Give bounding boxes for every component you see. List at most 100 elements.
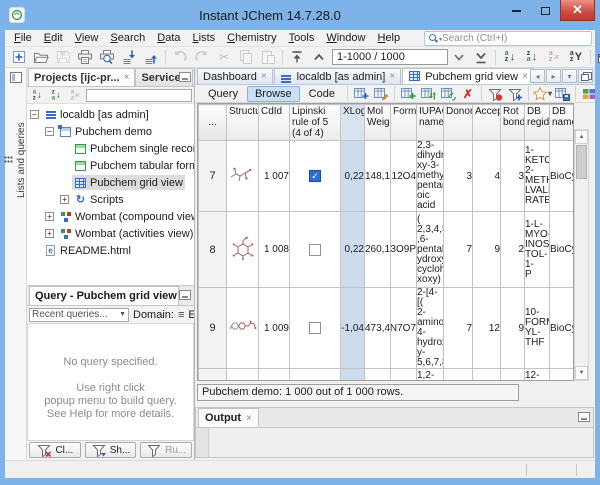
column-header-iupac[interactable]: IUPAC name: [417, 105, 444, 141]
minimize-panel-icon[interactable]: [179, 72, 191, 82]
cell-regid[interactable]: 12- DICHL OROE THANE: [525, 369, 550, 382]
view-tab-browse[interactable]: Browse: [247, 86, 300, 102]
query-panel-tab[interactable]: Query - Pubchem grid view ×: [29, 286, 179, 305]
menu-lists[interactable]: Lists: [187, 31, 222, 45]
column-header-lipinski[interactable]: Lipinski rule of 5 (4 of 4): [290, 105, 341, 141]
cell-donors[interactable]: 3: [444, 141, 473, 212]
cell-rot[interactable]: 1: [501, 369, 525, 382]
cell-structure[interactable]: [227, 212, 259, 288]
cell-iupac[interactable]: 2-[4-[( 2- amino- 4- hydrox y- 5,6,7,8: [417, 288, 444, 369]
cell-mw[interactable]: 98,96: [365, 369, 391, 382]
widgets-button[interactable]: [579, 84, 599, 103]
cell-formula[interactable]: C2H4Cl2: [391, 369, 417, 382]
update-rows-button[interactable]: [418, 84, 438, 103]
expand-icon[interactable]: +: [45, 212, 54, 221]
menu-search[interactable]: Search: [104, 31, 151, 45]
cell-acceptors[interactable]: 12: [473, 288, 501, 369]
cell-xlogp[interactable]: 0,22: [341, 141, 365, 212]
close-icon[interactable]: ×: [389, 71, 395, 82]
cell-num[interactable]: 9: [199, 288, 227, 369]
tree-item-wombat-activities-view-[interactable]: +Wombat (activities view): [27, 225, 194, 242]
view-tab-code[interactable]: Code: [301, 86, 343, 102]
cell-donors[interactable]: 0: [444, 369, 473, 382]
cell-regid[interactable]: 10- FORM YL- THF: [525, 288, 550, 369]
lists-and-queries-panel-button[interactable]: Lists and queries: [5, 90, 27, 230]
cell-mw[interactable]: 473,44: [365, 288, 391, 369]
cell-acceptors[interactable]: 9: [473, 212, 501, 288]
tree-item-scripts[interactable]: +↻Scripts: [27, 191, 194, 208]
cell-lipinski[interactable]: ✓: [290, 369, 341, 382]
collapse-icon[interactable]: −: [30, 110, 39, 119]
docked-panel-icon[interactable]: [10, 72, 22, 83]
cell-rot[interactable]: 9: [501, 288, 525, 369]
cell-structure[interactable]: [227, 141, 259, 212]
expand-icon[interactable]: +: [45, 229, 54, 238]
record-range-field[interactable]: 1-1000 / 1000: [332, 49, 448, 65]
previous-record-button[interactable]: [308, 48, 330, 67]
add-row-button[interactable]: [398, 84, 418, 103]
save-list-button[interactable]: [552, 84, 572, 103]
minimize-button[interactable]: [502, 0, 531, 21]
cell-acceptors[interactable]: 0: [473, 369, 501, 382]
windows-button[interactable]: [594, 48, 600, 67]
doc-tab-localdb-as-admin-[interactable]: localdb [as admin]×: [274, 68, 402, 84]
cell-mw[interactable]: 148,16: [365, 141, 391, 212]
refresh-rows-button[interactable]: [438, 84, 458, 103]
cell-dbname[interactable]: BioCyc: [550, 212, 574, 288]
column-header-cdid[interactable]: CdId: [259, 105, 290, 141]
menu-help[interactable]: Help: [371, 31, 406, 45]
cell-formula[interactable]: C6H12O4: [391, 141, 417, 212]
lipinski-checkbox[interactable]: [309, 244, 321, 256]
open-project-button[interactable]: [30, 48, 52, 67]
custom-sort-button[interactable]: azY: [565, 48, 587, 67]
tree-item-pubchem-tabular-form[interactable]: Pubchem tabular form: [27, 157, 194, 174]
tree-item-pubchem-single-record-form[interactable]: Pubchem single record form: [27, 140, 194, 157]
cell-num[interactable]: 10: [199, 369, 227, 382]
cell-donors[interactable]: 7: [444, 212, 473, 288]
scrollbar-thumb[interactable]: [576, 145, 587, 179]
customize-view-button[interactable]: [371, 84, 391, 103]
tree-item-pubchem-grid-view[interactable]: Pubchem grid view: [27, 174, 194, 191]
column-header-structure[interactable]: Structure: [227, 105, 259, 141]
menu-data[interactable]: Data: [151, 31, 186, 45]
tree-item-wombat-compound-view-[interactable]: +Wombat (compound view): [27, 208, 194, 225]
sort-descending-button[interactable]: za↓: [521, 48, 543, 67]
tree-filter-input[interactable]: [86, 89, 192, 102]
export-list-button[interactable]: [140, 48, 162, 67]
close-button[interactable]: ✕: [560, 0, 595, 21]
cell-iupac[interactable]: ( 2,3,4,5 ,6- pentah ydroxy cyclohe xoxy…: [417, 212, 444, 288]
cell-dbname[interactable]: BioCyc: [550, 141, 574, 212]
cell-donors[interactable]: 7: [444, 288, 473, 369]
cell-lipinski[interactable]: ✓: [290, 141, 341, 212]
menu-file[interactable]: File: [8, 31, 38, 45]
lipinski-checkbox[interactable]: [309, 322, 321, 334]
cell-lipinski[interactable]: [290, 288, 341, 369]
cell-iupac[interactable]: 2,3- dihydro xy-3- methyl- pentan oic ac…: [417, 141, 444, 212]
menu-edit[interactable]: Edit: [38, 31, 69, 45]
cell-iupac[interactable]: 1,2- dichlor oethan e: [417, 369, 444, 382]
cell-lipinski[interactable]: [290, 212, 341, 288]
cell-formula[interactable]: C6H13O9P: [391, 212, 417, 288]
tree-sort-za-button[interactable]: za↓: [48, 86, 64, 105]
scroll-up-icon[interactable]: ▲: [575, 130, 588, 144]
minimize-panel-icon[interactable]: [179, 290, 191, 300]
column-header-formula[interactable]: Formula: [391, 105, 417, 141]
new-button[interactable]: [8, 48, 30, 67]
scroll-to-bottom-button[interactable]: [470, 48, 492, 67]
scroll-tabs-right-button[interactable]: ▸: [546, 69, 561, 83]
cell-cdid[interactable]: 1 010: [259, 369, 290, 382]
doc-tab-dashboard[interactable]: Dashboard×: [197, 68, 273, 84]
cell-formula[interactable]: C20H23N7O7: [391, 288, 417, 369]
delete-rows-button[interactable]: ✗: [458, 84, 478, 103]
column-header-dbname[interactable]: DB name: [550, 105, 574, 141]
print-button[interactable]: [74, 48, 96, 67]
column-header-xlogp[interactable]: XLogP: [341, 105, 365, 141]
tree-item-localdb-as-admin-[interactable]: −localdb [as admin]: [27, 106, 194, 123]
column-header-regid[interactable]: DB regid: [525, 105, 550, 141]
cell-regid[interactable]: 1-L- MYO- INOSI TOL-1- P: [525, 212, 550, 288]
collapse-icon[interactable]: −: [45, 127, 54, 136]
cell-xlogp[interactable]: 0,22: [341, 212, 365, 288]
close-icon[interactable]: ×: [261, 71, 267, 82]
menu-window[interactable]: Window: [320, 31, 371, 45]
cell-num[interactable]: 7: [199, 141, 227, 212]
